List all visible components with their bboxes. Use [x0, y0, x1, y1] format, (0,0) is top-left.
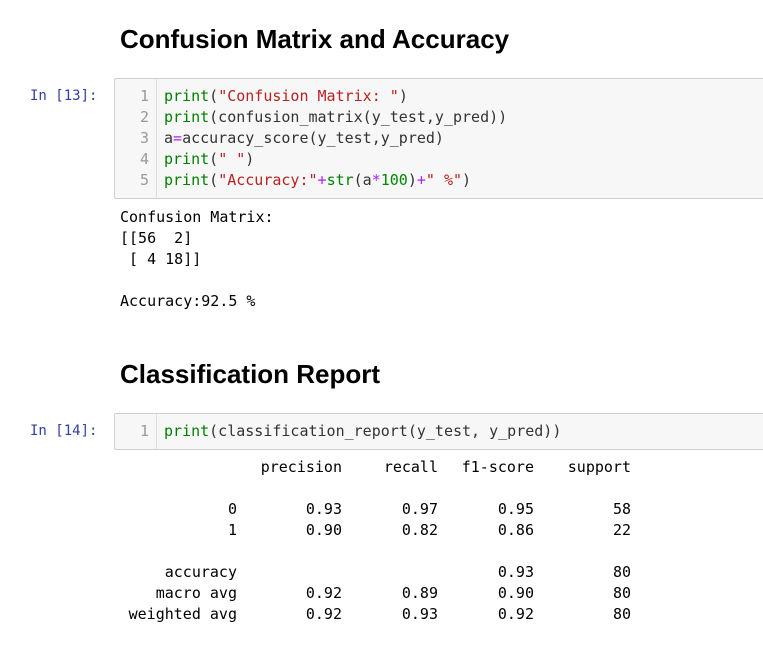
- cell-14-input[interactable]: 1 print(classification_report(y_test, y_p…: [114, 413, 763, 450]
- report-cell: 0.92: [305, 584, 342, 602]
- line-number: 4: [139, 150, 149, 168]
- report-cell: 80: [612, 584, 631, 602]
- report-cell: 0.92: [305, 605, 342, 623]
- line-number: 5: [139, 171, 149, 189]
- report-row: 1 0.90 0.82 0.86 22: [0, 520, 763, 541]
- code-token: accuracy_score(y_test,y_pred): [182, 129, 444, 147]
- cell-13-input[interactable]: 1 print("Confusion Matrix: ") 2 print(confu…: [114, 78, 763, 199]
- report-cell: 80: [612, 605, 631, 623]
- code-token: (confusion_matrix(y_test,y_pred)): [209, 108, 508, 126]
- line-number: 1: [139, 422, 149, 440]
- report-cell: 0.89: [401, 584, 438, 602]
- code-token: "Accuracy:": [218, 171, 318, 189]
- code-text: a=accuracy_score(y_test,y_pred): [164, 128, 444, 149]
- cell-13-prompt: In [13]:: [30, 88, 98, 104]
- code-line[interactable]: 1 print("Confusion Matrix: "): [115, 86, 755, 107]
- report-row: accuracy 0.93 80: [0, 562, 763, 583]
- code-token: *: [371, 171, 381, 189]
- report-cell: 0.90: [305, 521, 342, 539]
- code-text: print(confusion_matrix(y_test,y_pred)): [164, 107, 507, 128]
- code-token: str: [326, 171, 354, 189]
- report-column-header: support: [567, 458, 631, 476]
- code-token: ): [462, 171, 472, 189]
- line-number: 2: [139, 108, 149, 126]
- report-cell: 0.90: [497, 584, 534, 602]
- report-cell: 0.95: [497, 500, 534, 518]
- report-cell: 0.82: [401, 521, 438, 539]
- report-row-label: 1: [227, 521, 237, 539]
- code-token: (: [209, 171, 219, 189]
- report-cell: 58: [612, 500, 631, 518]
- classification-report-heading: Classification Report: [120, 359, 381, 389]
- code-token: (classification_report(y_test, y_pred)): [209, 422, 562, 440]
- code-text: print("Accuracy:"+str(a*100)+" %"): [164, 170, 471, 191]
- code-token: +: [416, 171, 426, 189]
- code-token: " ": [218, 150, 246, 168]
- report-header-row: precision recall f1-score support: [0, 457, 763, 478]
- report-cell: 0.93: [497, 563, 534, 581]
- report-cell: 0.97: [401, 500, 438, 518]
- code-token: ): [398, 87, 408, 105]
- cell-13-output: Confusion Matrix: [[56 2] [ 4 18]] Accur…: [120, 208, 274, 310]
- report-row: weighted avg 0.92 0.93 0.92 80: [0, 604, 763, 625]
- code-token: "Confusion Matrix: ": [218, 87, 399, 105]
- code-token: =: [173, 129, 183, 147]
- code-token: a: [164, 129, 174, 147]
- code-line[interactable]: 5 print("Accuracy:"+str(a*100)+" %"): [115, 170, 755, 191]
- report-cell: 22: [612, 521, 631, 539]
- code-token: (a: [353, 171, 372, 189]
- report-cell: 0.92: [497, 605, 534, 623]
- code-line[interactable]: 1 print(classification_report(y_test, y_p…: [115, 421, 755, 442]
- code-token: print: [164, 171, 210, 189]
- code-token: (: [209, 87, 219, 105]
- code-token: (: [209, 150, 219, 168]
- confusion-matrix-heading: Confusion Matrix and Accuracy: [120, 24, 510, 54]
- report-cell: 0.93: [401, 605, 438, 623]
- code-token: " %": [425, 171, 463, 189]
- report-row: 0 0.93 0.97 0.95 58: [0, 499, 763, 520]
- report-column-header: f1-score: [461, 458, 534, 476]
- code-token: ): [407, 171, 417, 189]
- report-cell: 80: [612, 563, 631, 581]
- report-row-label: weighted avg: [128, 605, 237, 623]
- line-number: 1: [139, 87, 149, 105]
- report-row-label: accuracy: [164, 563, 237, 581]
- code-text: print(classification_report(y_test, y_pr…: [164, 421, 561, 442]
- line-number: 3: [139, 129, 149, 147]
- code-line[interactable]: 2 print(confusion_matrix(y_test,y_pred)): [115, 107, 755, 128]
- report-row-label: 0: [227, 500, 237, 518]
- code-token: +: [317, 171, 327, 189]
- code-line[interactable]: 4 print(" "): [115, 149, 755, 170]
- code-token: print: [164, 87, 210, 105]
- code-token: ): [245, 150, 255, 168]
- report-cell: 0.86: [497, 521, 534, 539]
- code-text: print("Confusion Matrix: "): [164, 86, 408, 107]
- code-line[interactable]: 3 a=accuracy_score(y_test,y_pred): [115, 128, 755, 149]
- code-text: print(" "): [164, 149, 254, 170]
- report-column-header: recall: [383, 458, 438, 476]
- code-token: print: [164, 150, 210, 168]
- cell-14-prompt: In [14]:: [30, 423, 98, 439]
- report-column-header: precision: [260, 458, 342, 476]
- code-token: print: [164, 422, 210, 440]
- code-token: print: [164, 108, 210, 126]
- code-token: 100: [380, 171, 408, 189]
- report-row-label: macro avg: [155, 584, 237, 602]
- report-row: macro avg 0.92 0.89 0.90 80: [0, 583, 763, 604]
- report-cell: 0.93: [305, 500, 342, 518]
